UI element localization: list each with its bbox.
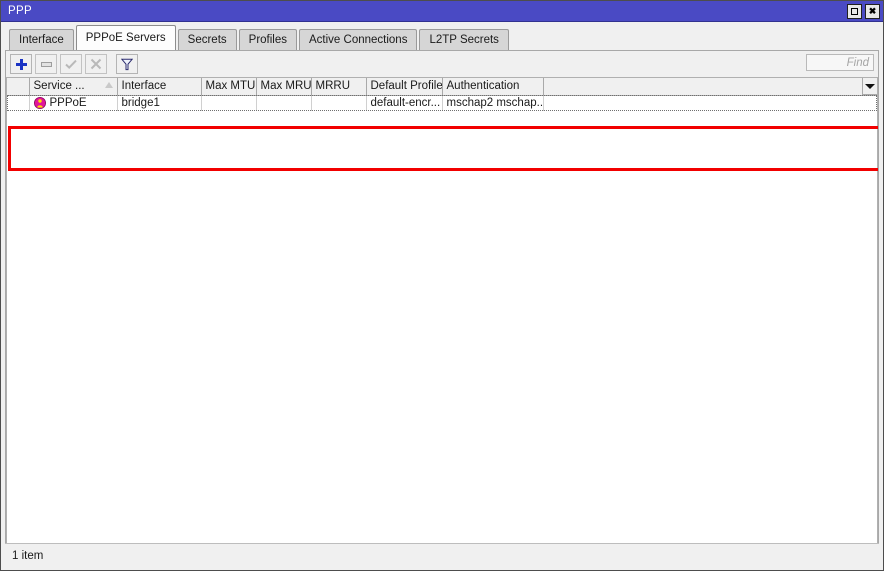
cell-service-label: PPPoE xyxy=(49,97,87,110)
search-input[interactable]: Find xyxy=(806,54,874,71)
tab-l2tp-secrets[interactable]: L2TP Secrets xyxy=(419,29,509,50)
table-header-row: Service ... Interface Max MTU Max MRU MR… xyxy=(7,78,877,96)
column-header-max-mru[interactable]: Max MRU xyxy=(256,78,312,96)
column-header-flag[interactable] xyxy=(7,78,30,96)
remove-button[interactable] xyxy=(35,54,57,74)
cell-spacer xyxy=(543,95,877,111)
item-count-label: 1 item xyxy=(12,549,44,562)
disable-button[interactable] xyxy=(85,54,107,74)
filter-button[interactable] xyxy=(116,54,138,74)
add-button[interactable] xyxy=(10,54,32,74)
column-header-authentication[interactable]: Authentication xyxy=(442,78,544,96)
pppoe-servers-table: Service ... Interface Max MTU Max MRU MR… xyxy=(6,77,878,543)
sort-ascending-icon xyxy=(104,82,113,88)
column-header-service[interactable]: Service ... xyxy=(29,78,118,96)
table-row[interactable]: PPPoE bridge1 default-encr... mschap2 ms… xyxy=(7,95,877,111)
pppoe-servers-panel: Find Service ... Interface Max MTU Max M… xyxy=(5,50,879,543)
restore-icon xyxy=(851,7,858,15)
search-placeholder: Find xyxy=(846,56,869,69)
close-icon: ✖ xyxy=(868,5,877,16)
tab-active-connections[interactable]: Active Connections xyxy=(299,29,418,50)
restore-button[interactable] xyxy=(847,3,862,19)
cell-authentication[interactable]: mschap2 mschap... xyxy=(442,95,544,111)
status-bar: 1 item xyxy=(5,543,879,567)
ppp-window: PPP ✖ Interface PPPoE Servers Secrets Pr… xyxy=(0,0,884,571)
tab-interface[interactable]: Interface xyxy=(9,29,74,50)
plus-icon xyxy=(15,58,27,70)
column-chooser-button[interactable] xyxy=(862,78,877,95)
chevron-down-icon xyxy=(865,83,875,89)
window-titlebar: PPP ✖ xyxy=(1,1,883,22)
check-icon xyxy=(65,58,77,70)
cell-max-mru[interactable] xyxy=(256,95,312,111)
column-header-interface[interactable]: Interface xyxy=(117,78,202,96)
cell-service[interactable]: PPPoE xyxy=(29,95,118,111)
tab-bar: Interface PPPoE Servers Secrets Profiles… xyxy=(1,22,883,50)
tab-pppoe-servers[interactable]: PPPoE Servers xyxy=(75,25,176,50)
column-header-max-mtu[interactable]: Max MTU xyxy=(201,78,257,96)
cross-icon xyxy=(90,58,102,70)
cell-default-profile[interactable]: default-encr... xyxy=(366,95,443,111)
enable-button[interactable] xyxy=(60,54,82,74)
column-header-default-profile[interactable]: Default Profile xyxy=(366,78,443,96)
column-header-spacer[interactable] xyxy=(543,78,877,96)
cell-flag xyxy=(7,95,30,111)
cell-interface[interactable]: bridge1 xyxy=(117,95,202,111)
cell-mrru[interactable] xyxy=(311,95,367,111)
close-button[interactable]: ✖ xyxy=(865,3,880,19)
cell-max-mtu[interactable] xyxy=(201,95,257,111)
funnel-icon xyxy=(121,58,133,71)
tab-secrets[interactable]: Secrets xyxy=(177,29,237,50)
column-header-mrru[interactable]: MRRU xyxy=(311,78,367,96)
pppoe-service-icon xyxy=(33,97,46,110)
grid: Service ... Interface Max MTU Max MRU MR… xyxy=(7,78,877,111)
tab-profiles[interactable]: Profiles xyxy=(238,29,298,50)
table-toolbar: Find xyxy=(6,51,878,77)
window-title: PPP xyxy=(8,4,32,17)
column-header-service-label: Service ... xyxy=(33,80,85,93)
minus-icon xyxy=(40,61,52,67)
